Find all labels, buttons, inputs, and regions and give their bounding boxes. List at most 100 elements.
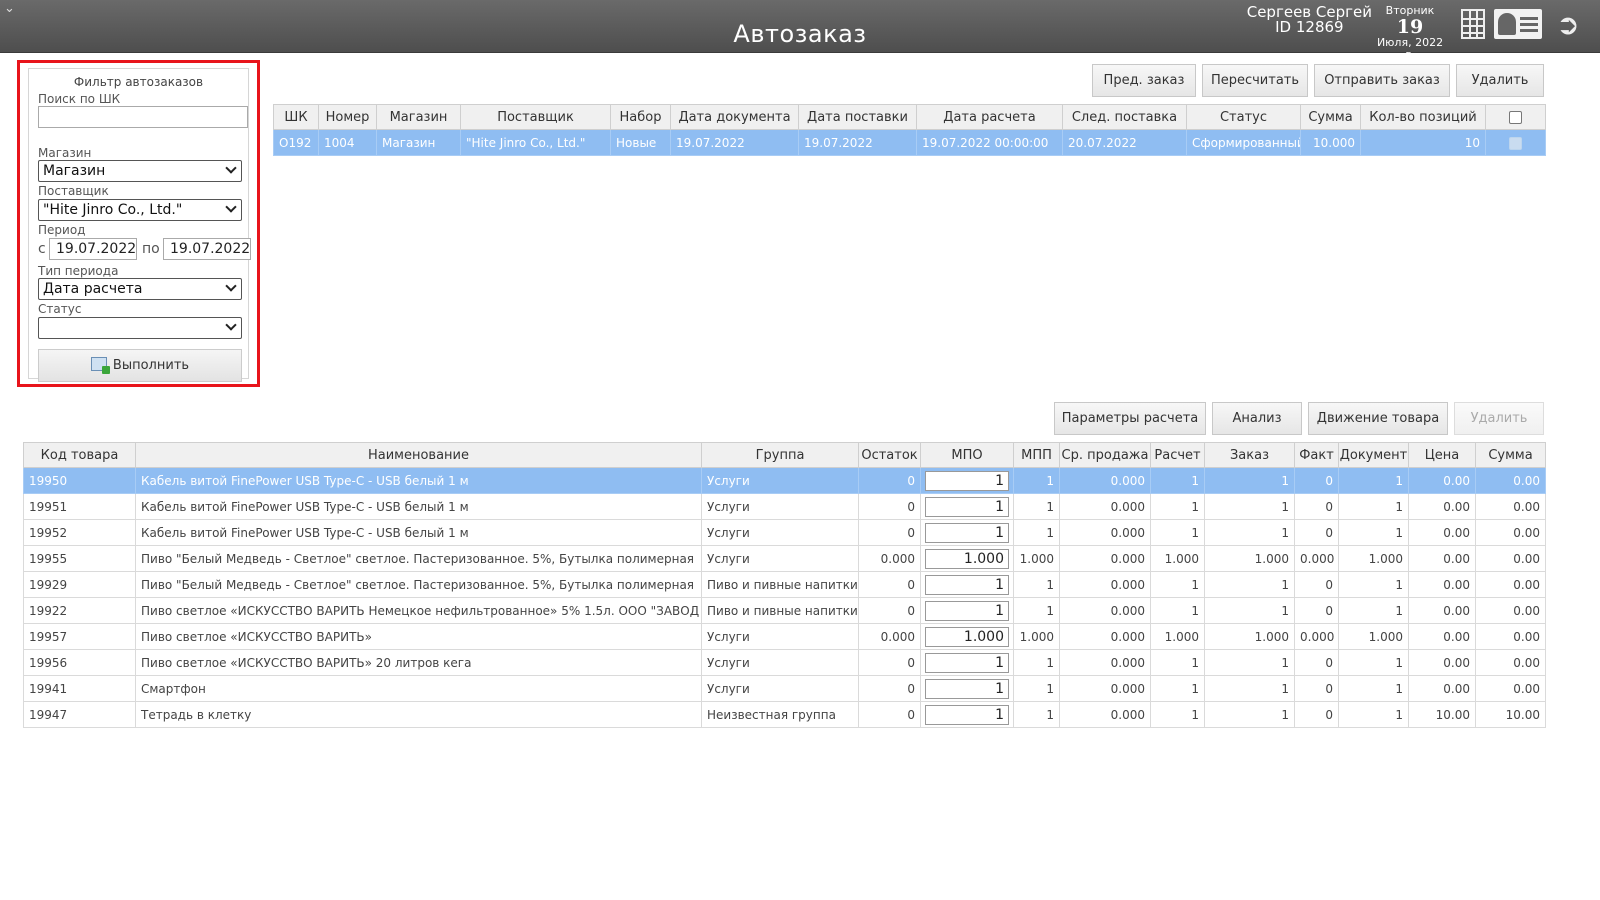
mpo-input[interactable]: 1 <box>925 574 1009 595</box>
date-to-input[interactable]: 19.07.2022 <box>163 238 251 260</box>
item-stock: 0 <box>858 493 921 520</box>
col-doc-date[interactable]: Дата документа <box>670 104 799 130</box>
mpo-input[interactable]: 1 <box>925 652 1009 673</box>
item-calc: 1 <box>1150 597 1205 624</box>
item-calc: 1.000 <box>1150 623 1205 650</box>
col-status[interactable]: Статус <box>1186 104 1301 130</box>
chevron-down-icon[interactable]: ⌄ <box>4 2 20 18</box>
item-document: 1.000 <box>1338 623 1409 650</box>
exit-icon[interactable]: ➲ <box>1553 9 1583 41</box>
profile-card-icon[interactable] <box>1494 9 1542 39</box>
table-row[interactable]: 19951 Кабель витой FinePower USB Type-C -… <box>23 493 1546 520</box>
col-item-document[interactable]: Документ <box>1338 442 1409 468</box>
filter-form: Фильтр автозаказов Поиск по ШК Магазин М… <box>28 68 251 382</box>
mpo-input[interactable]: 1 <box>925 470 1009 491</box>
recalculate-button[interactable]: Пересчитать <box>1202 64 1308 97</box>
delete-order-button[interactable]: Удалить <box>1456 64 1544 97</box>
store-select[interactable]: Магазин <box>38 160 242 182</box>
item-stock: 0 <box>858 675 921 702</box>
col-item-name[interactable]: Наименование <box>135 442 702 468</box>
item-price: 0.00 <box>1408 545 1476 572</box>
col-delivery-date[interactable]: Дата поставки <box>798 104 917 130</box>
mpo-input[interactable]: 1 <box>925 600 1009 621</box>
barcode-search-input[interactable] <box>38 106 248 128</box>
col-positions[interactable]: Кол-во позиций <box>1360 104 1486 130</box>
item-document: 1 <box>1338 519 1409 546</box>
calculator-icon[interactable] <box>1461 9 1485 39</box>
mpo-input[interactable]: 1 <box>925 678 1009 699</box>
item-name: Пиво "Белый Медведь - Светлое" светлое. … <box>135 545 702 572</box>
col-item-mpp[interactable]: МПП <box>1013 442 1060 468</box>
item-avg-sale: 0.000 <box>1059 571 1151 598</box>
table-row[interactable]: 19957 Пиво светлое «ИСКУССТВО ВАРИТЬ» Услу… <box>23 623 1546 650</box>
table-row[interactable]: 19941 Смартфон Услуги 0 1 1 0.000 1 1 0 1 0.00 0.00 <box>23 675 1546 702</box>
select-all-checkbox-cell <box>1485 104 1546 130</box>
order-row[interactable]: O192 1004 Магазин "Hite Jinro Co., Ltd."… <box>273 129 1546 156</box>
col-item-sum[interactable]: Сумма <box>1475 442 1546 468</box>
col-set[interactable]: Набор <box>610 104 671 130</box>
mpo-input[interactable]: 1 <box>925 522 1009 543</box>
prev-order-button[interactable]: Пред. заказ <box>1092 64 1196 97</box>
col-item-group[interactable]: Группа <box>701 442 859 468</box>
col-barcode[interactable]: ШК <box>273 104 319 130</box>
col-item-avg-sale[interactable]: Ср. продажа <box>1059 442 1151 468</box>
table-row[interactable]: 19952 Кабель витой FinePower USB Type-C -… <box>23 519 1546 546</box>
item-document: 1 <box>1338 597 1409 624</box>
item-order: 1.000 <box>1204 623 1295 650</box>
send-order-button[interactable]: Отправить заказ <box>1314 64 1450 97</box>
item-sum: 0.00 <box>1475 649 1546 676</box>
col-item-order[interactable]: Заказ <box>1204 442 1295 468</box>
calc-params-button[interactable]: Параметры расчета <box>1054 402 1206 435</box>
item-order: 1.000 <box>1204 545 1295 572</box>
table-row[interactable]: 19922 Пиво светлое «ИСКУССТВО ВАРИТЬ Неме… <box>23 597 1546 624</box>
item-mpp: 1 <box>1013 519 1060 546</box>
analysis-button[interactable]: Анализ <box>1212 402 1302 435</box>
table-row[interactable]: 19947 Тетрадь в клетку Неизвестная группа 0… <box>23 701 1546 728</box>
col-item-calc[interactable]: Расчет <box>1150 442 1205 468</box>
item-stock: 0.000 <box>858 623 921 650</box>
table-row[interactable]: 19950 Кабель витой FinePower USB Type-C -… <box>23 467 1546 494</box>
item-fact: 0 <box>1294 597 1339 624</box>
item-document: 1 <box>1338 649 1409 676</box>
item-avg-sale: 0.000 <box>1059 597 1151 624</box>
status-select[interactable] <box>38 317 242 339</box>
col-item-mpo[interactable]: МПО <box>920 442 1014 468</box>
mpo-input[interactable]: 1 <box>925 704 1009 725</box>
date-from-input[interactable]: 19.07.2022 <box>49 238 137 260</box>
items-table: Код товара Наименование Группа Остаток М… <box>23 442 1546 728</box>
col-sum[interactable]: Сумма <box>1300 104 1361 130</box>
run-button[interactable]: Выполнить <box>38 349 242 382</box>
col-store[interactable]: Магазин <box>376 104 461 130</box>
table-row[interactable]: 19956 Пиво светлое «ИСКУССТВО ВАРИТЬ» 20 … <box>23 649 1546 676</box>
table-row[interactable]: 19929 Пиво "Белый Медведь - Светлое" свет… <box>23 571 1546 598</box>
mpo-input[interactable]: 1.000 <box>925 626 1009 647</box>
goods-movement-button[interactable]: Движение товара <box>1308 402 1448 435</box>
item-fact: 0.000 <box>1294 545 1339 572</box>
item-mpo-cell: 1 <box>920 519 1014 546</box>
col-calc-date[interactable]: Дата расчета <box>916 104 1063 130</box>
order-barcode: O192 <box>273 129 319 156</box>
item-sum: 0.00 <box>1475 597 1546 624</box>
chevron-down-icon <box>225 319 237 331</box>
item-sum: 0.00 <box>1475 675 1546 702</box>
col-number[interactable]: Номер <box>318 104 377 130</box>
item-document: 1 <box>1338 571 1409 598</box>
col-item-fact[interactable]: Факт <box>1294 442 1339 468</box>
col-item-code[interactable]: Код товара <box>23 442 136 468</box>
col-next-delivery[interactable]: След. поставка <box>1062 104 1187 130</box>
mpo-input[interactable]: 1 <box>925 496 1009 517</box>
delete-item-button[interactable]: Удалить <box>1454 402 1544 435</box>
period-type-select[interactable]: Дата расчета <box>38 278 242 300</box>
supplier-select[interactable]: "Hite Jinro Co., Ltd." <box>38 199 242 221</box>
item-group: Услуги <box>701 675 859 702</box>
col-supplier[interactable]: Поставщик <box>460 104 611 130</box>
select-all-checkbox[interactable] <box>1509 110 1522 124</box>
item-avg-sale: 0.000 <box>1059 493 1151 520</box>
col-item-price[interactable]: Цена <box>1408 442 1476 468</box>
table-row[interactable]: 19955 Пиво "Белый Медведь - Светлое" свет… <box>23 545 1546 572</box>
col-item-stock[interactable]: Остаток <box>858 442 921 468</box>
header-bar: ⌄ Автозаказ Сергеев Сергей ID 12869 Втор… <box>0 0 1600 61</box>
item-sum: 10.00 <box>1475 701 1546 728</box>
order-checkbox[interactable] <box>1509 136 1522 150</box>
mpo-input[interactable]: 1.000 <box>925 548 1009 569</box>
